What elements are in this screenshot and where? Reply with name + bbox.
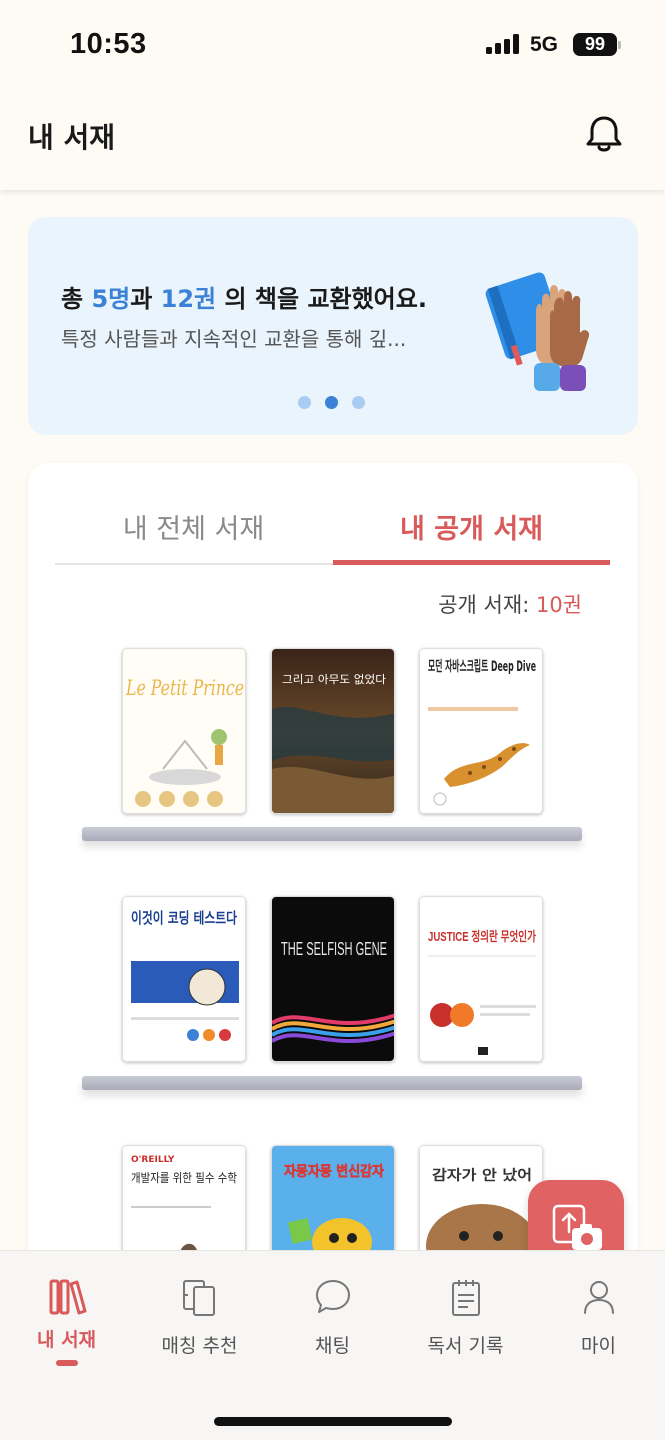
- book-cover[interactable]: THE SELFISH GENE: [271, 896, 395, 1062]
- books-icon: [49, 1279, 86, 1315]
- signal-icon: [486, 34, 522, 54]
- status-bar: 10:53 5G 99: [0, 0, 665, 90]
- notepad-icon: [451, 1280, 480, 1316]
- nav-label: 매칭 추천: [161, 1335, 238, 1357]
- shelf-tabs: 내 전체 서재 내 공개 서재: [55, 503, 610, 565]
- banner-headline: 총 5명과 12권 의 책을 교환했어요.: [61, 285, 427, 313]
- book-cover[interactable]: Le Petit Prince: [122, 648, 246, 814]
- page-title: 내 서재: [28, 121, 116, 154]
- svg-text:O'REILLY: O'REILLY: [131, 1155, 175, 1165]
- high-five-book-icon: [485, 272, 590, 391]
- tab-all-shelf[interactable]: 내 전체 서재: [55, 507, 332, 546]
- battery-icon: 99: [573, 33, 617, 56]
- active-tab-underline: [333, 560, 610, 565]
- pager-dot[interactable]: [352, 396, 365, 409]
- shelf-board: [82, 1076, 582, 1090]
- book-title-text: 자몽자몽 변신감자: [284, 1163, 384, 1180]
- person-icon: [583, 1281, 614, 1314]
- book-title-text: 그리고 아무도 없었다: [282, 673, 386, 686]
- bottom-nav: 내 서재 매칭 추천 채팅 독서 기록 마이: [0, 1250, 665, 1440]
- book-cover[interactable]: 이것이 코딩 테스트다: [122, 896, 246, 1062]
- exchange-banner[interactable]: 총 5명과 12권 의 책을 교환했어요. 특정 사람들과 지속적인 교환을 통…: [28, 217, 638, 435]
- battery-tip: [618, 41, 621, 49]
- status-time: 10:53: [70, 28, 147, 60]
- active-nav-indicator: [55, 1360, 78, 1366]
- book-count: 12권: [160, 285, 217, 313]
- app-header: 내 서재: [0, 90, 665, 190]
- nav-my-library[interactable]: 내 서재: [0, 1275, 133, 1366]
- match-books-icon: [182, 1280, 215, 1316]
- book-cover[interactable]: 그리고 아무도 없었다: [271, 648, 395, 814]
- nav-label: 내 서재: [36, 1329, 97, 1351]
- book-title-text: 개발자를 위한 필수 수학: [131, 1171, 237, 1185]
- pager-dot[interactable]: [298, 396, 311, 409]
- nav-matching[interactable]: 매칭 추천: [133, 1275, 266, 1358]
- pager-dot-active[interactable]: [325, 396, 338, 409]
- book-title-text: 이것이 코딩 테스트다: [131, 909, 237, 927]
- book-title-text: Le Petit Prince: [125, 676, 244, 700]
- people-count: 5명: [91, 285, 131, 313]
- banner-pager: [298, 394, 379, 409]
- nav-label: 채팅: [315, 1335, 350, 1357]
- book-title-text: THE SELFISH GENE: [281, 939, 387, 959]
- book-title-text: 감자가 안 났어: [432, 1167, 532, 1184]
- shelf-board: [82, 827, 582, 841]
- banner-subtext: 특정 사람들과 지속적인 교환을 통해 깊...: [61, 327, 407, 351]
- nav-chat[interactable]: 채팅: [266, 1275, 399, 1358]
- book-title-text: JUSTICE 정의란 무엇인가: [428, 929, 536, 944]
- public-shelf-count: 공개 서재: 10권: [438, 593, 582, 617]
- bell-icon[interactable]: [582, 112, 626, 156]
- book-cover[interactable]: 모던 자바스크립트 Deep Dive: [419, 648, 543, 814]
- nav-label: 마이: [581, 1335, 616, 1357]
- nav-reading-log[interactable]: 독서 기록: [399, 1275, 532, 1358]
- book-title-text: 모던 자바스크립트 Deep Dive: [428, 658, 536, 675]
- nav-my-page[interactable]: 마이: [532, 1275, 665, 1358]
- network-label: 5G: [530, 33, 559, 56]
- chat-icon: [315, 1280, 350, 1313]
- home-indicator: [214, 1417, 452, 1426]
- nav-label: 독서 기록: [427, 1335, 504, 1357]
- tab-public-shelf[interactable]: 내 공개 서재: [333, 507, 610, 546]
- book-cover[interactable]: JUSTICE 정의란 무엇인가: [419, 896, 543, 1062]
